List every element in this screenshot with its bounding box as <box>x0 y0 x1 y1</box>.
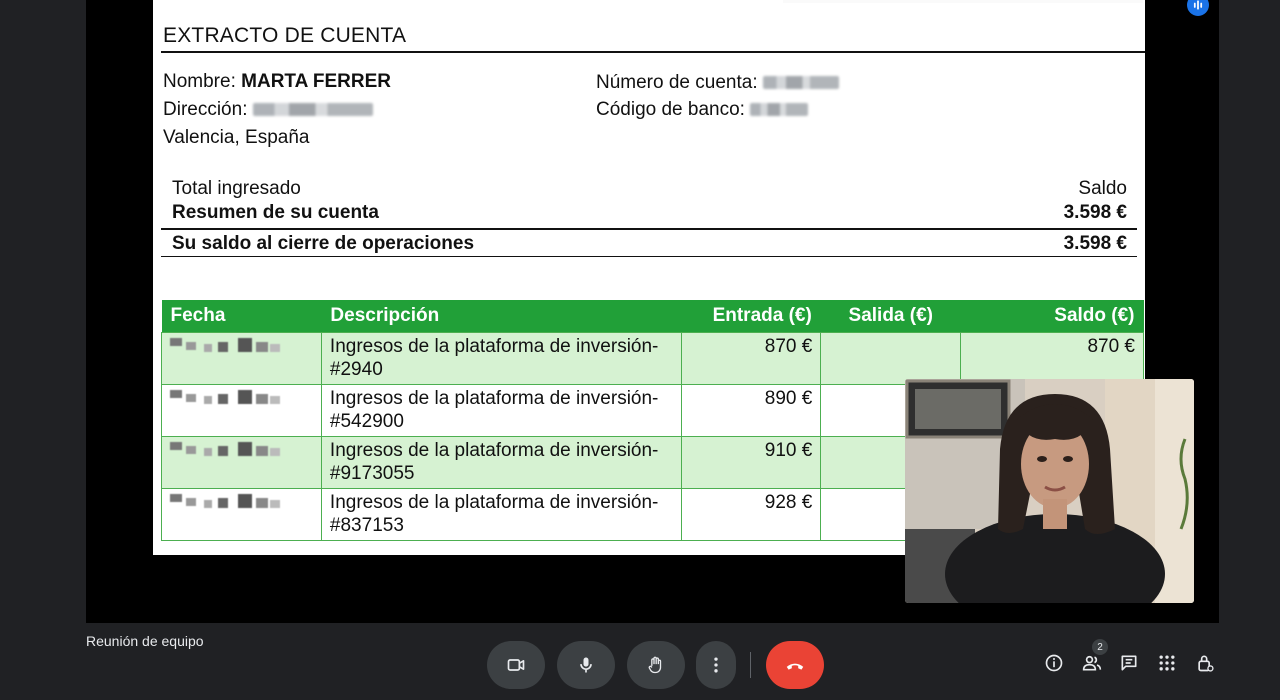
row-in: 910 € <box>681 436 822 489</box>
more-options-button[interactable] <box>696 641 736 689</box>
account-number-field: Número de cuenta: <box>596 72 839 94</box>
control-separator <box>750 652 751 678</box>
participant-video-tile[interactable] <box>905 379 1194 603</box>
chat-button[interactable] <box>1117 651 1141 675</box>
bank-code-field: Código de banco: <box>596 99 809 121</box>
name-value: MARTA FERRER <box>241 71 392 92</box>
meeting-title: Reunión de equipo <box>86 633 204 649</box>
row-description: Ingresos de la plataforma de inversión- #… <box>320 488 683 541</box>
meeting-info-button[interactable] <box>1042 651 1066 675</box>
host-controls-icon <box>1198 655 1214 672</box>
account-summary-label: Resumen de su cuenta <box>172 202 379 223</box>
redacted-bank-code <box>750 103 809 116</box>
closing-divider <box>161 256 1137 257</box>
redacted-date <box>161 384 322 437</box>
info-icon <box>1045 654 1063 672</box>
raise-hand-button[interactable] <box>627 641 685 689</box>
closing-balance-label: Su saldo al cierre de operaciones <box>172 233 475 254</box>
row-description: Ingresos de la plataforma de inversión- #… <box>320 436 683 489</box>
column-header-in: Entrada (€) <box>681 300 821 333</box>
total-deposited-label: Total ingresado <box>172 178 301 199</box>
camera-button[interactable] <box>487 641 545 689</box>
row-out <box>820 332 962 385</box>
participant-video <box>905 379 1194 603</box>
redacted-date <box>161 488 322 541</box>
raise-hand-icon <box>648 656 662 674</box>
camera-icon <box>507 659 525 671</box>
account-number-label: Número de cuenta: <box>596 72 758 93</box>
column-header-out: Salida (€) <box>820 300 961 333</box>
address-field: Dirección: <box>163 99 373 121</box>
name-field: Nombre: MARTA FERRER <box>163 71 391 93</box>
activities-button[interactable] <box>1155 651 1179 675</box>
microphone-button[interactable] <box>557 641 615 689</box>
redacted-account-number <box>762 76 839 89</box>
end-call-icon <box>786 663 804 670</box>
speaking-indicator-icon <box>1193 0 1203 10</box>
row-description: Ingresos de la plataforma de inversión- #… <box>320 384 683 437</box>
closing-balance-value: 3.598 € <box>1063 233 1127 254</box>
row-in: 890 € <box>681 384 822 437</box>
microphone-icon <box>580 657 592 673</box>
balance-header: Saldo <box>1078 178 1127 199</box>
people-button[interactable] <box>1080 651 1104 675</box>
redacted-date <box>161 436 322 489</box>
column-header-balance: Saldo (€) <box>960 300 1144 333</box>
more-options-icon <box>714 657 718 673</box>
column-header-description: Descripción <box>321 300 682 333</box>
summary-divider <box>161 228 1137 230</box>
row-description: Ingresos de la plataforma de inversión- #… <box>320 332 683 385</box>
row-in: 870 € <box>681 332 822 385</box>
row-in: 928 € <box>681 488 822 541</box>
table-row: Ingresos de la plataforma de inversión- #… <box>161 332 1144 385</box>
name-label: Nombre: <box>163 71 236 92</box>
column-header-date: Fecha <box>161 300 322 333</box>
title-divider <box>161 51 1145 53</box>
people-icon <box>1082 655 1102 671</box>
page-edge <box>783 0 1143 3</box>
redacted-address <box>252 103 373 116</box>
statement-title: EXTRACTO DE CUENTA <box>163 24 407 47</box>
meeting-control-bar: Reunión de equipo 2 <box>0 623 1280 700</box>
address-city: Valencia, España <box>163 127 310 148</box>
bank-code-label: Código de banco: <box>596 99 745 120</box>
account-summary-value: 3.598 € <box>1063 202 1127 223</box>
redacted-date <box>161 332 322 385</box>
chat-icon <box>1121 655 1137 671</box>
host-controls-button[interactable] <box>1193 651 1217 675</box>
activities-icon <box>1159 655 1175 671</box>
row-balance: 870 € <box>960 332 1144 385</box>
end-call-button[interactable] <box>766 641 824 689</box>
address-label: Dirección: <box>163 99 248 120</box>
table-header-row: Fecha Descripción Entrada (€) Salida (€)… <box>161 300 1144 333</box>
